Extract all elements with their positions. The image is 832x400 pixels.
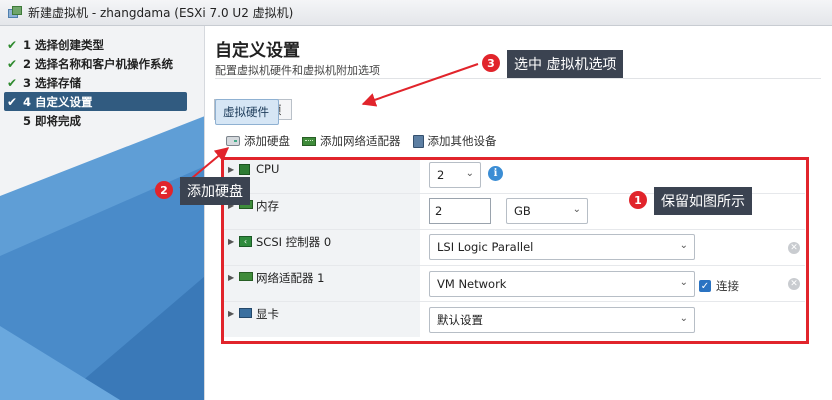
video-label: 显卡 <box>256 307 279 321</box>
annotation-callout-1: 保留如图所示 <box>654 187 752 215</box>
chevron-down-icon: ⌄ <box>679 313 688 324</box>
tab-virtual-hardware[interactable]: 虚拟硬件 <box>215 99 279 125</box>
check-icon: ✔ <box>7 75 18 90</box>
hard-disk-icon <box>226 136 240 146</box>
network-value: VM Network <box>437 277 507 291</box>
chevron-down-icon: ⌄ <box>465 168 474 179</box>
vm-icon <box>8 6 22 19</box>
connect-label: 连接 <box>716 279 739 293</box>
hardware-row-video: ▶ 显卡 默认设置 ⌄ <box>223 302 805 338</box>
add-other-device-button[interactable]: 添加其他设备 <box>412 133 497 149</box>
cpu-label: CPU <box>256 162 280 176</box>
hardware-grid: ▶ CPU 2 ⌄ i ▶ 内存 2 GB ⌄ ▶ ‹ SCSI 控制器 0 L… <box>223 158 805 338</box>
network-label: 网络适配器 1 <box>256 271 325 285</box>
scsi-type-select[interactable]: LSI Logic Parallel ⌄ <box>429 234 695 260</box>
step-label: 2 选择名称和客户机操作系统 <box>23 56 174 71</box>
expand-arrow-icon[interactable]: ▶ <box>228 165 234 174</box>
check-icon: ✔ <box>7 56 18 71</box>
scsi-label: SCSI 控制器 0 <box>256 235 332 249</box>
wizard-step-2[interactable]: ✔ 2 选择名称和客户机操作系统 <box>4 54 187 73</box>
memory-unit-select[interactable]: GB ⌄ <box>506 198 588 224</box>
checkbox-checked-icon: ✓ <box>699 280 711 292</box>
scsi-controller-icon: ‹ <box>239 236 252 247</box>
row-label-cell: ▶ 网络适配器 1 <box>223 266 420 301</box>
video-select[interactable]: 默认设置 ⌄ <box>429 307 695 333</box>
row-label-cell: ▶ 显卡 <box>223 302 420 337</box>
network-select[interactable]: VM Network ⌄ <box>429 271 695 297</box>
add-disk-label: 添加硬盘 <box>244 134 290 148</box>
row-label-cell: ▶ CPU <box>223 158 420 193</box>
hardware-row-network: ▶ 网络适配器 1 VM Network ⌄ ✓ 连接 ✕ <box>223 266 805 302</box>
chevron-down-icon: ⌄ <box>679 240 688 251</box>
annotation-badge-3: 3 <box>482 54 500 72</box>
wizard-step-4[interactable]: ✔ 4 自定义设置 <box>4 92 187 111</box>
hardware-row-scsi: ▶ ‹ SCSI 控制器 0 LSI Logic Parallel ⌄ ✕ <box>223 230 805 266</box>
device-icon <box>412 134 424 148</box>
row-label-cell: ▶ 内存 <box>223 194 420 229</box>
chevron-down-icon: ⌄ <box>679 277 688 288</box>
video-value: 默认设置 <box>437 313 483 327</box>
wizard-step-1[interactable]: ✔ 1 选择创建类型 <box>4 35 187 54</box>
tab-bar: 虚拟硬件 虚拟机选项 <box>214 99 292 125</box>
annotation-callout-2: 添加硬盘 <box>180 177 250 205</box>
remove-icon[interactable]: ✕ <box>788 242 800 254</box>
add-nic-button[interactable]: 添加网络适配器 <box>302 133 401 149</box>
wizard-step-3[interactable]: ✔ 3 选择存储 <box>4 73 187 92</box>
annotation-callout-3: 选中 虚拟机选项 <box>507 50 624 78</box>
remove-icon[interactable]: ✕ <box>788 278 800 290</box>
memory-size-input[interactable]: 2 <box>429 198 491 224</box>
scsi-type-value: LSI Logic Parallel <box>437 240 534 254</box>
connect-checkbox[interactable]: ✓ 连接 <box>699 278 739 294</box>
add-disk-button[interactable]: 添加硬盘 <box>226 133 290 149</box>
row-label-cell: ▶ ‹ SCSI 控制器 0 <box>223 230 420 265</box>
window-titlebar: 新建虚拟机 - zhangdama (ESXi 7.0 U2 虚拟机) <box>0 0 832 26</box>
window-title: 新建虚拟机 - zhangdama (ESXi 7.0 U2 虚拟机) <box>28 6 294 20</box>
network-adapter-icon <box>239 272 253 281</box>
monitor-icon <box>239 308 252 318</box>
cpu-count-value: 2 <box>437 168 445 182</box>
annotation-badge-2: 2 <box>155 181 173 199</box>
memory-label: 内存 <box>256 199 279 213</box>
cpu-count-select[interactable]: 2 ⌄ <box>429 162 481 188</box>
step-label: 3 选择存储 <box>23 75 82 90</box>
network-adapter-icon <box>302 136 316 146</box>
expand-arrow-icon[interactable]: ▶ <box>228 237 234 246</box>
chevron-down-icon: ⌄ <box>572 204 581 215</box>
add-other-label: 添加其他设备 <box>427 134 497 148</box>
expand-arrow-icon[interactable]: ▶ <box>228 309 234 318</box>
expand-arrow-icon[interactable]: ▶ <box>228 273 234 282</box>
annotation-badge-1: 1 <box>629 191 647 209</box>
cpu-icon <box>239 164 250 175</box>
check-icon: ✔ <box>7 94 18 109</box>
add-nic-label: 添加网络适配器 <box>320 134 401 148</box>
step-label: 5 即将完成 <box>23 113 82 128</box>
wizard-sidebar: ✔ 1 选择创建类型 ✔ 2 选择名称和客户机操作系统 ✔ 3 选择存储 ✔ 4… <box>0 26 205 400</box>
page-title: 自定义设置 <box>215 41 300 61</box>
page-subtitle: 配置虚拟机硬件和虚拟机附加选项 <box>215 64 380 77</box>
wizard-step-5[interactable]: 5 即将完成 <box>4 111 187 130</box>
wizard-steps: ✔ 1 选择创建类型 ✔ 2 选择名称和客户机操作系统 ✔ 3 选择存储 ✔ 4… <box>0 26 204 130</box>
info-icon[interactable]: i <box>488 166 503 181</box>
hardware-toolbar: 添加硬盘 添加网络适配器 添加其他设备 <box>226 133 509 149</box>
step-label: 4 自定义设置 <box>23 94 93 109</box>
check-icon: ✔ <box>7 37 18 52</box>
divider <box>215 78 821 79</box>
memory-unit-value: GB <box>514 204 531 218</box>
step-label: 1 选择创建类型 <box>23 37 105 52</box>
